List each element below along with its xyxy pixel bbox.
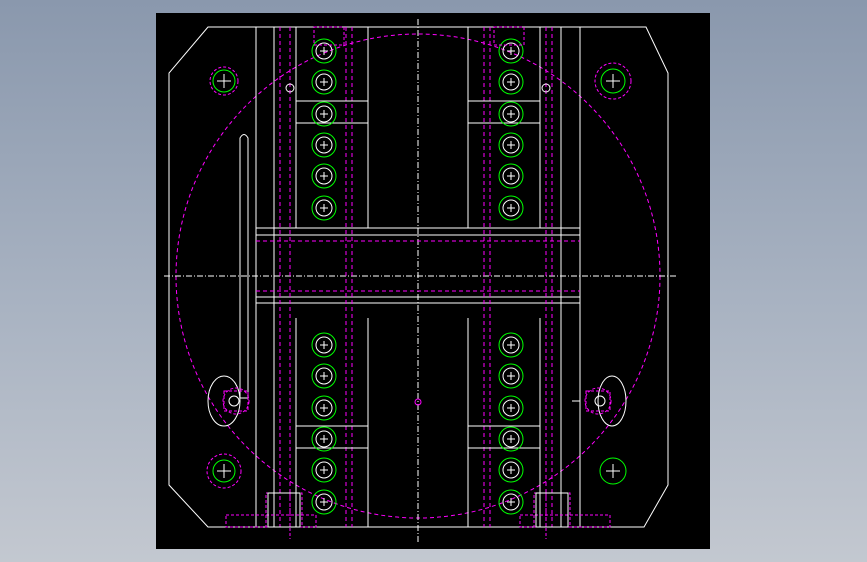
right-rails [467, 27, 581, 527]
bolt-hole [311, 132, 337, 158]
bolt-hole [498, 38, 524, 64]
left-rails [255, 27, 369, 527]
bolt-hole [498, 363, 524, 389]
bolt-hole [311, 489, 337, 515]
bolt-hole [311, 332, 337, 358]
bolt-hole [311, 195, 337, 221]
bolt-hole [498, 489, 524, 515]
bolt-hole [311, 163, 337, 189]
bolt-hole [498, 426, 524, 452]
corner-hole-bottom-right [599, 457, 627, 485]
bolt-hole [311, 426, 337, 452]
corner-hole-top-left [209, 66, 239, 96]
bolt-hole [498, 332, 524, 358]
bolt-hole [498, 195, 524, 221]
bolt-hole [498, 457, 524, 483]
bolt-hole [311, 101, 337, 127]
bolt-hole [498, 101, 524, 127]
bolt-hole [498, 395, 524, 421]
bolt-hole [498, 69, 524, 95]
bolt-hole [311, 457, 337, 483]
cad-viewport[interactable] [156, 13, 710, 549]
corner-hole-bottom-left [206, 453, 242, 489]
left-slot [207, 134, 250, 427]
bolt-hole [311, 69, 337, 95]
corner-hole-top-right [594, 62, 632, 100]
bolt-hole [498, 132, 524, 158]
bolt-hole [311, 395, 337, 421]
bolt-hole [311, 363, 337, 389]
bolt-hole [498, 163, 524, 189]
bolt-hole [311, 38, 337, 64]
cad-drawing [164, 19, 676, 543]
